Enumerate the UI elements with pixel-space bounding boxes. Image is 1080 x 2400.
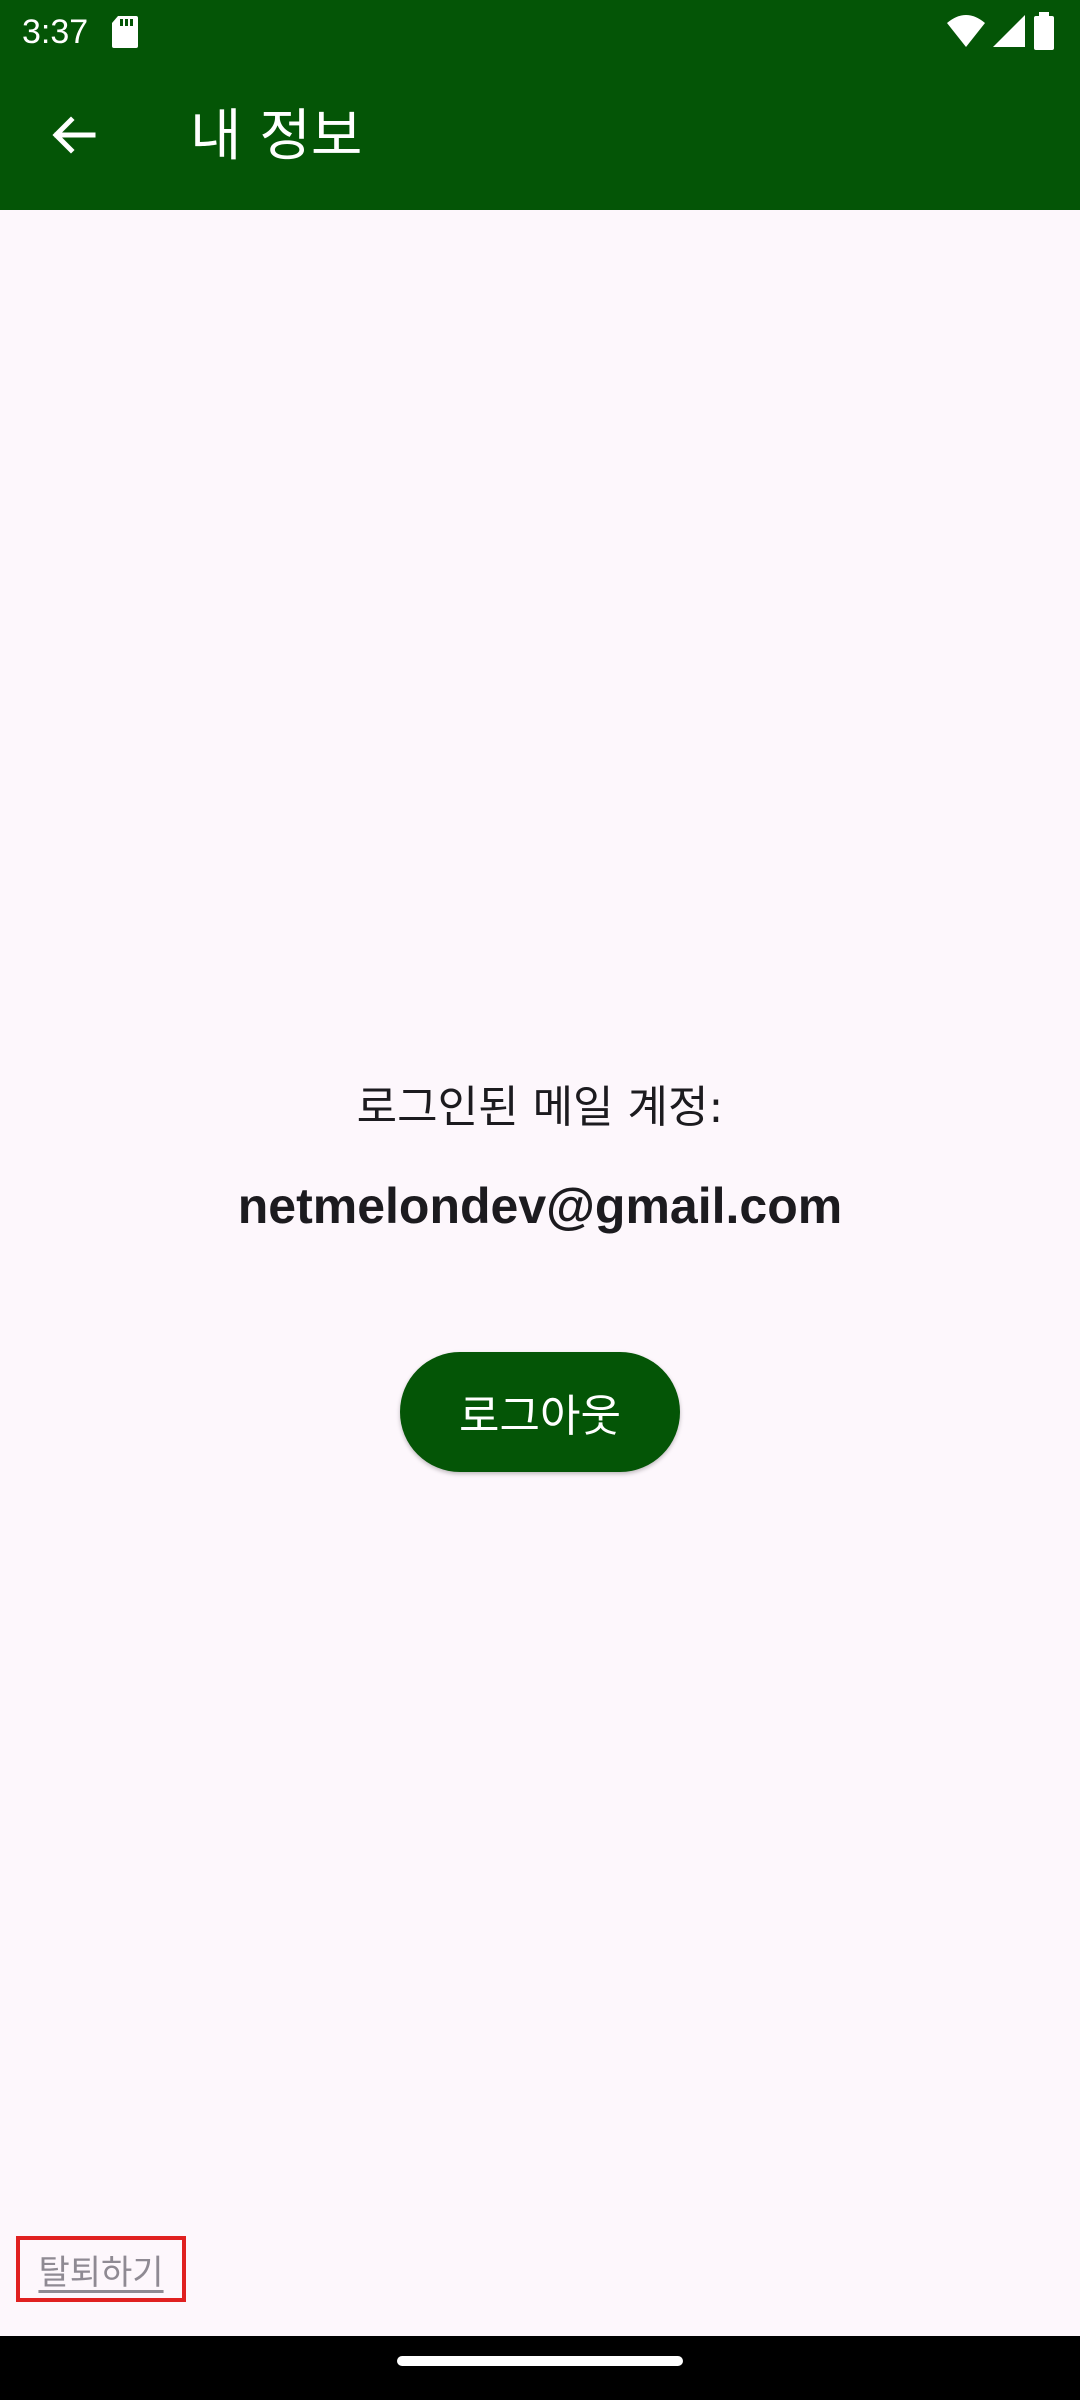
app-bar: 내 정보 [0, 64, 1080, 210]
page-title: 내 정보 [190, 104, 363, 169]
status-icons [946, 12, 1056, 52]
account-email: netmelondev@gmail.com [237, 1178, 843, 1234]
back-button[interactable] [30, 94, 116, 180]
status-bar: 3:37 [0, 0, 1080, 64]
system-nav-bar [0, 2336, 1080, 2400]
account-label: 로그인된 메일 계정: [356, 1082, 724, 1133]
logout-button-label: 로그아웃 [459, 1391, 621, 1442]
withdraw-link-label: 탈퇴하기 [38, 2252, 164, 2293]
withdraw-link[interactable]: 탈퇴하기 [16, 2236, 186, 2302]
logout-button[interactable]: 로그아웃 [400, 1352, 680, 1472]
arrow-back-icon [49, 111, 97, 163]
battery-icon [1032, 12, 1056, 50]
home-indicator[interactable] [397, 2356, 683, 2366]
sd-card-icon [110, 14, 140, 50]
cell-signal-icon [991, 15, 1032, 47]
status-time: 3:37 [22, 13, 89, 51]
wifi-icon [946, 15, 991, 47]
